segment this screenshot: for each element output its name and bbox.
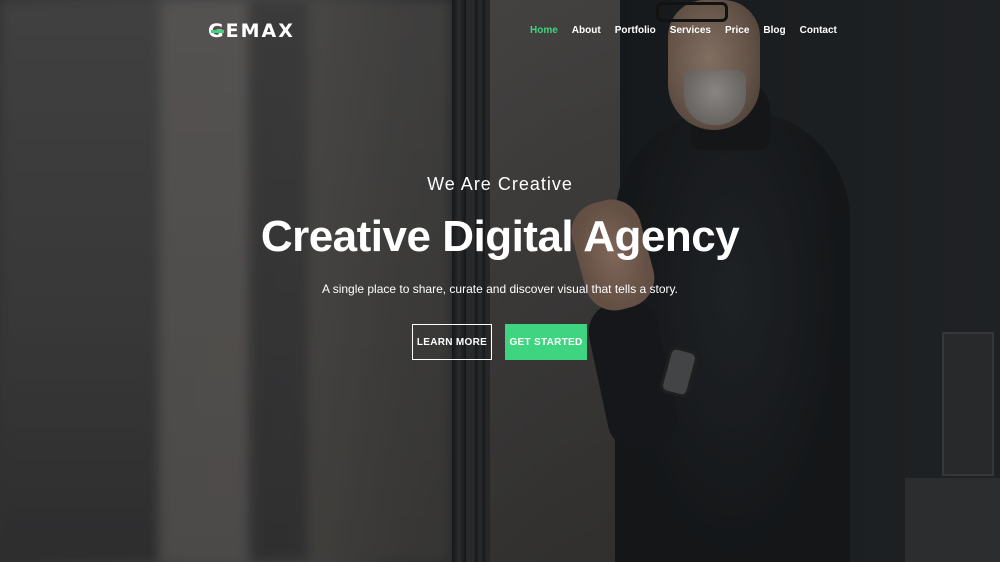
learn-more-button[interactable]: LEARN MORE [412, 324, 492, 360]
nav-item-price[interactable]: Price [725, 25, 749, 36]
nav-item-home[interactable]: Home [530, 25, 558, 36]
nav-item-about[interactable]: About [572, 25, 601, 36]
nav-item-portfolio[interactable]: Portfolio [615, 25, 656, 36]
nav-item-services[interactable]: Services [670, 25, 711, 36]
hero-headline: Creative Digital Agency [260, 212, 740, 261]
nav-item-blog[interactable]: Blog [763, 25, 785, 36]
hero-tagline: We Are Creative [427, 174, 573, 194]
hero-overlay [0, 0, 1000, 562]
logo-mark: G [208, 20, 226, 42]
hero-background [0, 0, 1000, 562]
get-started-button[interactable]: GET STARTED [505, 324, 587, 360]
hero-subline: A single place to share, curate and disc… [322, 282, 678, 296]
logo-text: EMAX [225, 20, 295, 42]
site-logo[interactable]: GEMAX [208, 20, 295, 42]
nav-item-contact[interactable]: Contact [800, 25, 837, 36]
main-nav: Home About Portfolio Services Price Blog… [530, 25, 837, 36]
